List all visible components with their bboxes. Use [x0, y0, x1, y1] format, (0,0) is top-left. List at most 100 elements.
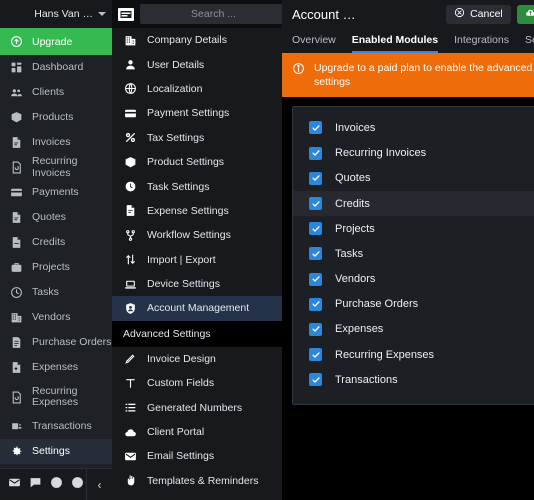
settings-item-product-settings[interactable]: Product Settings — [112, 150, 282, 174]
chat-icon[interactable] — [29, 476, 42, 494]
checkbox-checked-icon[interactable] — [309, 297, 322, 311]
sidebar-item-label: Dashboard — [32, 60, 84, 73]
settings-item-bank-accounts[interactable]: Bank Accounts — [112, 493, 282, 500]
cancel-button[interactable]: Cancel — [446, 4, 511, 24]
settings-item-task-settings[interactable]: Task Settings — [112, 174, 282, 198]
tab-overview[interactable]: Overview — [292, 28, 336, 53]
info-icon[interactable] — [71, 476, 84, 494]
sidebar-item-quotes[interactable]: Quotes — [0, 205, 112, 230]
text-field-icon — [123, 377, 137, 390]
module-row-projects[interactable]: Projects — [293, 216, 534, 241]
settings-item-email-settings[interactable]: Email Settings — [112, 444, 282, 468]
search-input[interactable] — [146, 8, 281, 20]
settings-item-tax-settings[interactable]: Tax Settings — [112, 126, 282, 150]
sidebar-item-recurring-invoices[interactable]: Recurring Invoices — [0, 155, 112, 180]
settings-item-label: Custom Fields — [147, 377, 215, 390]
tab-integrations[interactable]: Integrations — [454, 28, 509, 53]
checkbox-checked-icon[interactable] — [309, 373, 322, 387]
settings-item-account-management[interactable]: Account Management — [112, 296, 282, 321]
sidebar-user-name: Hans Van … — [34, 8, 93, 20]
settings-item-templates-reminders[interactable]: Templates & Reminders — [112, 469, 282, 493]
save-button[interactable]: Save — [516, 4, 534, 24]
settings-item-device-settings[interactable]: Device Settings — [112, 272, 282, 296]
settings-item-localization[interactable]: Localization — [112, 77, 282, 101]
settings-item-payment-settings[interactable]: Payment Settings — [112, 101, 282, 125]
sidebar-item-tasks[interactable]: Tasks — [0, 280, 112, 305]
sidebar-item-projects[interactable]: Projects — [0, 255, 112, 280]
sidebar-item-invoices[interactable]: Invoices — [0, 130, 112, 155]
chevron-down-icon[interactable] — [98, 12, 106, 16]
settings-item-label: Templates & Reminders — [147, 474, 259, 487]
module-row-purchase-orders[interactable]: Purchase Orders — [293, 292, 534, 317]
tab-label: Enabled Modules — [351, 33, 439, 46]
sidebar-item-upgrade[interactable]: Upgrade — [0, 28, 112, 55]
checkbox-checked-icon[interactable] — [309, 121, 322, 135]
checkbox-checked-icon[interactable] — [309, 348, 322, 362]
settings-item-generated-numbers[interactable]: Generated Numbers — [112, 395, 282, 419]
settings-item-label: Generated Numbers — [147, 401, 243, 414]
sidebar-user-menu[interactable]: Hans Van … — [0, 0, 112, 28]
settings-item-client-portal[interactable]: Client Portal — [112, 420, 282, 444]
settings-item-workflow-settings[interactable]: Workflow Settings — [112, 223, 282, 247]
expenses-icon — [10, 361, 23, 374]
sidebar-item-dashboard[interactable]: Dashboard — [0, 55, 112, 80]
sidebar-item-credits[interactable]: Credits — [0, 230, 112, 255]
info-icon — [292, 61, 305, 80]
module-label: Transactions — [335, 373, 398, 386]
settings-item-company-details[interactable]: Company Details — [112, 28, 282, 52]
upgrade-circle-icon — [10, 35, 23, 48]
search-input-wrapper[interactable] — [140, 4, 303, 24]
checkbox-checked-icon[interactable] — [309, 272, 322, 286]
mail-icon[interactable] — [8, 476, 21, 494]
modules-panel-wrapper: Invoices Recurring Invoices Quotes Credi… — [282, 97, 534, 500]
sidebar-item-settings[interactable]: Settings — [0, 439, 112, 464]
module-label: Recurring Invoices — [335, 147, 427, 160]
module-label: Recurring Expenses — [335, 348, 435, 361]
module-row-recurring-invoices[interactable]: Recurring Invoices — [293, 141, 534, 166]
checkbox-checked-icon[interactable] — [309, 322, 322, 336]
invoice-icon — [10, 136, 23, 149]
settings-item-label: Workflow Settings — [147, 229, 231, 242]
tab-enabled-modules[interactable]: Enabled Modules — [351, 28, 439, 53]
module-row-recurring-expenses[interactable]: Recurring Expenses — [293, 342, 534, 367]
sidebar-item-products[interactable]: Products — [0, 105, 112, 130]
settings-item-expense-settings[interactable]: Expense Settings — [112, 199, 282, 223]
logo-badge-icon[interactable] — [118, 7, 134, 21]
module-row-tasks[interactable]: Tasks — [293, 241, 534, 266]
module-label: Credits — [335, 197, 370, 210]
settings-item-invoice-design[interactable]: Invoice Design — [112, 347, 282, 371]
sidebar-item-expenses[interactable]: Expenses — [0, 355, 112, 380]
main-tabs: Overview Enabled Modules Integrations Se… — [282, 28, 534, 53]
settings-item-import-export[interactable]: Import | Export — [112, 248, 282, 272]
settings-item-label: Company Details — [147, 34, 227, 47]
checkbox-checked-icon[interactable] — [309, 222, 322, 236]
chevron-left-icon[interactable]: ‹ — [86, 469, 112, 500]
settings-item-custom-fields[interactable]: Custom Fields — [112, 371, 282, 395]
sidebar-item-purchase-orders[interactable]: Purchase Orders — [0, 330, 112, 355]
settings-item-user-details[interactable]: User Details — [112, 52, 282, 76]
module-row-expenses[interactable]: Expenses — [293, 317, 534, 342]
checkbox-checked-icon[interactable] — [309, 146, 322, 160]
sidebar-item-clients[interactable]: Clients — [0, 80, 112, 105]
module-row-credits[interactable]: Credits — [293, 190, 534, 217]
checkbox-checked-icon[interactable] — [309, 197, 322, 210]
module-label: Invoices — [335, 121, 376, 134]
sidebar-item-label: Upgrade — [32, 35, 73, 48]
checkbox-checked-icon[interactable] — [309, 171, 322, 185]
company-building-icon — [123, 34, 137, 47]
sidebar-item-recurring-expenses[interactable]: Recurring Expenses — [0, 380, 112, 414]
module-row-vendors[interactable]: Vendors — [293, 266, 534, 291]
sidebar-item-vendors[interactable]: Vendors — [0, 305, 112, 330]
sidebar-item-payments[interactable]: Payments — [0, 180, 112, 205]
tab-security-settings[interactable]: Security Sa — [525, 28, 534, 53]
device-laptop-icon — [123, 278, 137, 291]
sidebar-item-transactions[interactable]: Transactions — [0, 414, 112, 439]
help-icon[interactable] — [50, 476, 63, 494]
module-row-invoices[interactable]: Invoices — [293, 115, 534, 140]
module-row-quotes[interactable]: Quotes — [293, 166, 534, 191]
module-row-transactions[interactable]: Transactions — [293, 367, 534, 392]
sidebar-item-label: Tasks — [32, 285, 59, 298]
payments-card-icon — [10, 186, 23, 199]
checkbox-checked-icon[interactable] — [309, 247, 322, 261]
sidebar-item-label: Payments — [32, 185, 79, 198]
